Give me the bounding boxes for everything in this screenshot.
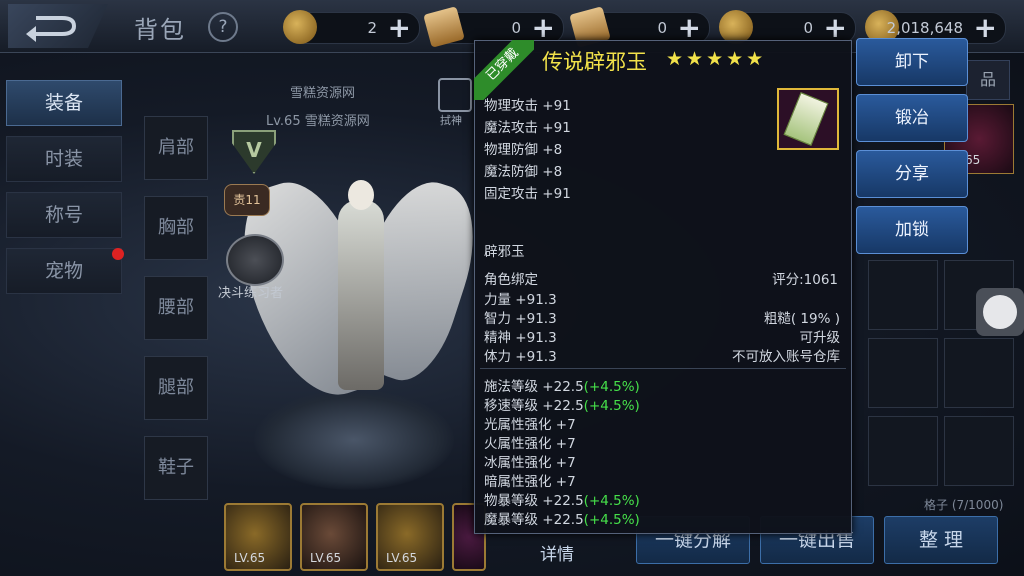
inventory-item[interactable]: LV.65	[224, 503, 292, 571]
extra-stat: 冰属性强化 +7	[484, 455, 576, 471]
edit-icon[interactable]	[438, 78, 472, 112]
attr-left: 智力 +91.3	[484, 311, 557, 327]
extra-stat: 物暴等级 +22.5(+4.5%)	[484, 493, 640, 509]
attr-left: 体力 +91.3	[484, 349, 557, 365]
detail-button[interactable]: 详情	[540, 540, 574, 565]
lock-button[interactable]: 加锁	[856, 206, 968, 254]
attr-left: 力量 +91.3	[484, 292, 557, 308]
extra-stat: 魔暴等级 +22.5(+4.5%)	[484, 512, 640, 528]
character-head	[348, 180, 374, 210]
extra-stat: 施法等级 +22.5(+4.5%)	[484, 379, 640, 395]
base-stat: 魔法攻击 +91	[484, 120, 571, 136]
extra-stat: 光属性强化 +7	[484, 417, 576, 433]
sort-button[interactable]: 整 理	[884, 516, 998, 564]
currency-slot-1: 2 +	[283, 10, 420, 44]
floating-assist-button[interactable]	[976, 288, 1024, 336]
item-type: 辟邪玉	[484, 244, 525, 260]
filter-tab[interactable]: 品	[966, 60, 1010, 100]
base-stat: 物理攻击 +91	[484, 98, 571, 114]
pvp-title: 决斗练习者	[218, 286, 284, 301]
item-icon	[777, 88, 839, 150]
attr-right: 可升级	[799, 330, 841, 346]
attr-right: 不可放入账号仓库	[732, 349, 840, 365]
divider	[480, 368, 846, 369]
tab-equipment[interactable]: 装备	[6, 80, 122, 126]
base-stat: 魔法防御 +8	[484, 164, 563, 180]
back-arrow-icon	[26, 16, 77, 42]
pedestal	[254, 390, 454, 490]
tab-pet[interactable]: 宠物	[6, 248, 122, 294]
item-name: 传说辟邪玉	[542, 50, 647, 74]
coin-icon	[283, 10, 317, 44]
slot-shoulder[interactable]: 肩部	[144, 116, 208, 180]
slot-waist[interactable]: 腰部	[144, 276, 208, 340]
inventory-cell[interactable]	[944, 338, 1014, 408]
item-stars: ★★★★★	[666, 48, 767, 70]
talisman-icon	[783, 92, 829, 146]
help-icon[interactable]: ?	[208, 12, 238, 42]
page-title: 背包	[134, 16, 186, 44]
tab-title[interactable]: 称号	[6, 192, 122, 238]
extra-stat: 暗属性强化 +7	[484, 474, 576, 490]
tab-fashion[interactable]: 时装	[6, 136, 122, 182]
watermark-text: 雪糕资源网	[290, 86, 356, 101]
base-stat: 固定攻击 +91	[484, 186, 571, 202]
coin-icon	[719, 10, 753, 44]
equipped-ribbon: 已穿戴	[474, 40, 534, 100]
extra-stat: 火属性强化 +7	[484, 436, 576, 452]
inventory-cell[interactable]	[868, 416, 938, 486]
add-currency-button[interactable]: +	[824, 13, 847, 43]
currency-value: 2,018,648	[886, 19, 963, 37]
share-button[interactable]: 分享	[856, 150, 968, 198]
slots-count: 格子 (7/1000)	[924, 498, 1004, 512]
attr-left: 精神 +91.3	[484, 330, 557, 346]
bind-status: 角色绑定	[484, 272, 538, 288]
forge-button[interactable]: 锻冶	[856, 94, 968, 142]
currency-value: 0	[511, 19, 521, 37]
add-currency-button[interactable]: +	[974, 13, 997, 43]
add-currency-button[interactable]: +	[678, 13, 701, 43]
slot-shoes[interactable]: 鞋子	[144, 436, 208, 500]
base-stat: 物理防御 +8	[484, 142, 563, 158]
currency-value: 0	[803, 19, 813, 37]
attr-right: 粗糙( 19% )	[763, 311, 840, 327]
rank-badge[interactable]: 责11	[224, 184, 270, 216]
currency-value: 0	[657, 19, 667, 37]
slot-legs[interactable]: 腿部	[144, 356, 208, 420]
extra-stat: 移速等级 +22.5(+4.5%)	[484, 398, 640, 414]
inventory-cell[interactable]	[868, 338, 938, 408]
pvp-emblem-icon[interactable]	[226, 234, 284, 286]
inventory-item[interactable]: LV.65	[300, 503, 368, 571]
add-currency-button[interactable]: +	[532, 13, 555, 43]
notification-dot	[112, 248, 124, 260]
character-body	[338, 200, 384, 390]
inventory-item[interactable]: LV.65	[376, 503, 444, 571]
add-currency-button[interactable]: +	[388, 13, 411, 43]
character-level: Lv.65 雪糕资源网	[266, 114, 370, 129]
slot-chest[interactable]: 胸部	[144, 196, 208, 260]
item-score: 评分:1061	[772, 272, 838, 288]
inventory-cell[interactable]	[868, 260, 938, 330]
unequip-button[interactable]: 卸下	[856, 38, 968, 86]
edit-label: 拭神	[440, 114, 462, 127]
scroll-icon	[423, 6, 465, 48]
inventory-cell[interactable]	[944, 416, 1014, 486]
currency-value: 2	[367, 19, 377, 37]
